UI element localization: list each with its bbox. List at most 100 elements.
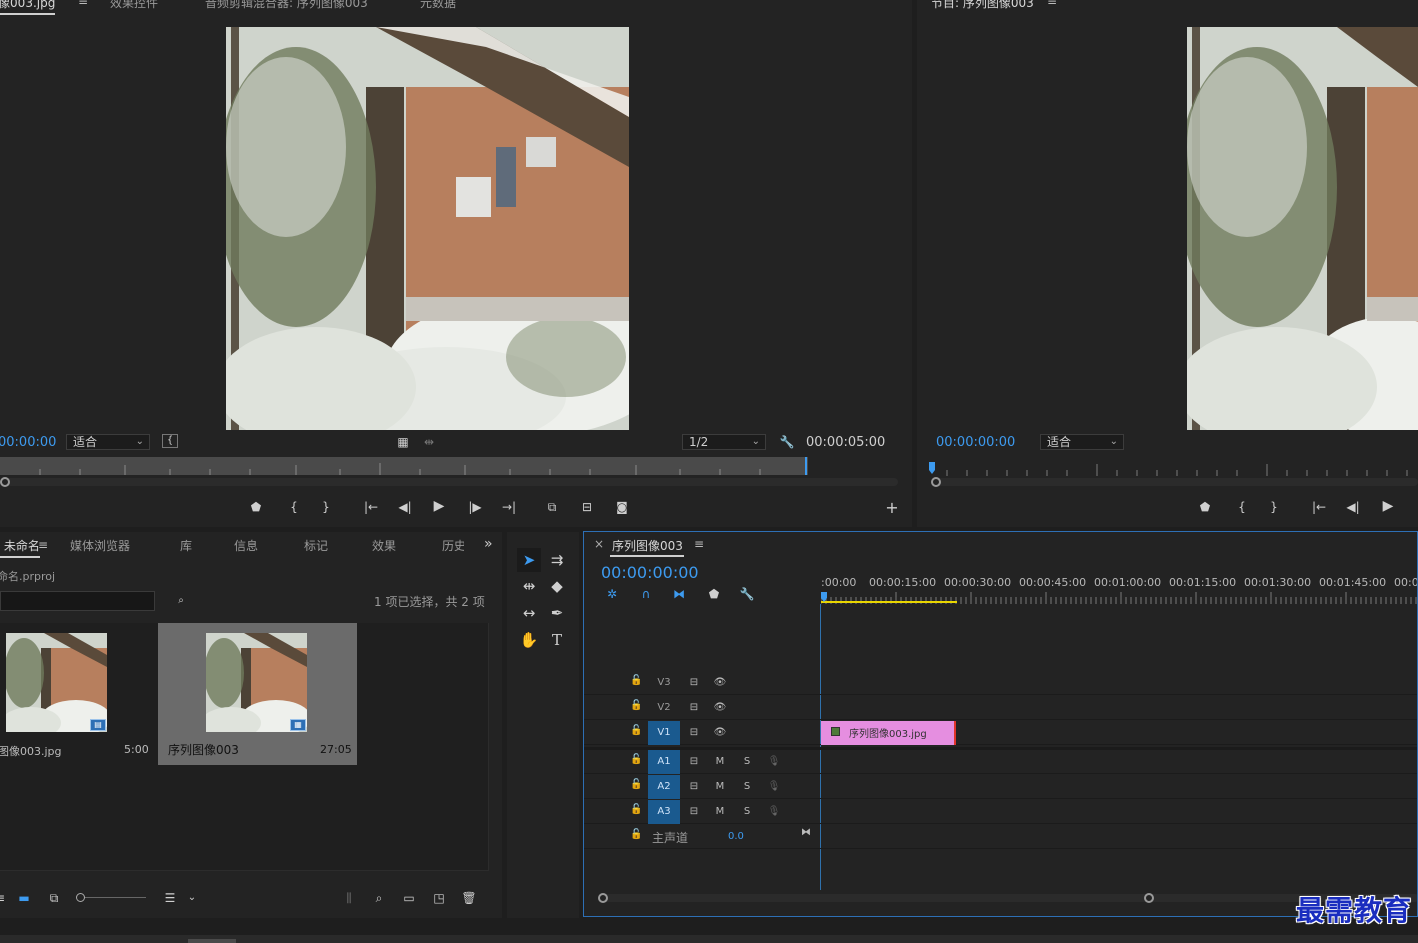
scroll-handle[interactable]: [0, 477, 10, 487]
lock-icon[interactable]: 🔓: [630, 804, 642, 815]
microphone-icon[interactable]: 🎙: [766, 800, 782, 824]
solo-button[interactable]: S: [739, 750, 755, 774]
lock-icon[interactable]: 🔓: [630, 725, 642, 736]
tab-metadata[interactable]: 元数据: [420, 0, 456, 11]
track-name[interactable]: A1: [648, 750, 680, 774]
automate-sequence-icon[interactable]: ⫼: [341, 890, 357, 906]
timeline-ruler[interactable]: :00:00 00:00:15:00 00:00:30:00 00:00:45:…: [821, 532, 1417, 604]
sync-lock-icon[interactable]: ⊟: [686, 800, 702, 824]
project-search-input[interactable]: [0, 591, 155, 611]
chevron-down-icon[interactable]: ⌄: [186, 890, 198, 906]
track-name[interactable]: V1: [648, 721, 680, 745]
source-time-ruler[interactable]: [0, 457, 808, 475]
hand-tool-icon[interactable]: ✋: [517, 628, 541, 652]
tab-source[interactable]: 源:图像003.jpg: [0, 0, 56, 15]
project-menu-icon[interactable]: ≡: [38, 538, 48, 552]
add-marker-icon[interactable]: ⬟: [248, 499, 264, 515]
source-zoom-scrollbar[interactable]: [0, 477, 898, 487]
scroll-handle[interactable]: [931, 477, 941, 487]
tab-effects[interactable]: 效果: [372, 537, 396, 554]
eye-icon[interactable]: 👁: [712, 671, 728, 695]
microphone-icon[interactable]: 🎙: [766, 750, 782, 774]
tab-program[interactable]: 节目: 序列图像003: [931, 0, 1034, 11]
program-timecode[interactable]: 00:00:00:00: [936, 435, 1015, 450]
sync-lock-icon[interactable]: ⊟: [686, 696, 702, 720]
overwrite-icon[interactable]: ⊟: [578, 499, 596, 515]
go-to-in-icon[interactable]: |←: [362, 499, 380, 515]
timeline-wrench-icon[interactable]: 🔧: [739, 586, 755, 602]
tabs-overflow-icon[interactable]: »: [484, 536, 493, 552]
source-resolution-dropdown[interactable]: 1/2 ⌄: [682, 434, 766, 450]
tab-info[interactable]: 信息: [234, 537, 258, 554]
ripple-edit-tool-icon[interactable]: ⇹: [517, 574, 541, 598]
program-zoom-scrollbar[interactable]: [931, 477, 1418, 487]
source-timecode[interactable]: 00:00:00: [0, 435, 56, 450]
eye-icon[interactable]: 👁: [712, 721, 728, 745]
add-marker-icon[interactable]: ⬟: [706, 586, 722, 602]
slip-tool-icon[interactable]: ↔: [517, 601, 541, 625]
timeline-title[interactable]: 序列图像003: [612, 537, 683, 554]
drag-video-icon[interactable]: ▦: [395, 434, 411, 450]
slider-handle[interactable]: [76, 893, 85, 902]
mark-out-icon[interactable]: }: [1266, 499, 1282, 515]
scroll-end-handle[interactable]: [1144, 893, 1154, 903]
pen-tool-icon[interactable]: ✒: [545, 601, 569, 625]
mute-button[interactable]: M: [712, 750, 728, 774]
new-bin-icon[interactable]: ▭: [401, 890, 417, 906]
sync-lock-icon[interactable]: ⊟: [686, 721, 702, 745]
track-name[interactable]: A2: [648, 775, 680, 799]
mute-button[interactable]: M: [712, 775, 728, 799]
solo-button[interactable]: S: [739, 775, 755, 799]
source-fit-dropdown[interactable]: 适合 ⌄: [66, 434, 150, 450]
add-marker-icon[interactable]: ⬟: [1197, 499, 1213, 515]
track-name[interactable]: V3: [648, 671, 680, 695]
mark-in-icon[interactable]: {: [286, 499, 302, 515]
sync-lock-icon[interactable]: ⊟: [686, 750, 702, 774]
lock-icon[interactable]: 🔓: [630, 754, 642, 765]
track-name[interactable]: V2: [648, 696, 680, 720]
tab-audio-clip-mixer[interactable]: 音频剪辑混合器: 序列图像003: [205, 0, 368, 11]
lock-icon[interactable]: 🔓: [630, 779, 642, 790]
selection-tool-icon[interactable]: ➤: [517, 548, 541, 572]
trash-icon[interactable]: 🗑: [461, 890, 477, 906]
step-back-icon[interactable]: ◀|: [1345, 499, 1361, 515]
step-back-icon[interactable]: ◀|: [397, 499, 413, 515]
tab-effect-controls[interactable]: 效果控件: [110, 0, 158, 11]
lock-icon[interactable]: 🔓: [630, 829, 642, 840]
program-menu-icon[interactable]: ≡: [1047, 0, 1057, 8]
track-select-tool-icon[interactable]: ⇉: [545, 548, 569, 572]
thumbnail-size-slider[interactable]: [76, 893, 146, 902]
search-bin-icon[interactable]: ⌕: [173, 593, 189, 609]
project-item-sequence[interactable]: ▦ 序列图像003 27:05: [158, 623, 357, 765]
freeform-view-icon[interactable]: ⧉: [45, 890, 63, 906]
camera-icon[interactable]: ◙: [614, 499, 630, 515]
nest-icon[interactable]: ✲: [604, 586, 620, 602]
list-view-icon[interactable]: ≡: [0, 890, 6, 906]
timeline-timecode[interactable]: 00:00:00:00: [601, 563, 699, 582]
add-button-icon[interactable]: +: [884, 500, 900, 516]
solo-button[interactable]: S: [739, 800, 755, 824]
sync-lock-icon[interactable]: ⊟: [686, 775, 702, 799]
wrench-icon[interactable]: 🔧: [779, 434, 795, 450]
lock-icon[interactable]: 🔓: [630, 675, 642, 686]
tab-project[interactable]: 项目: 未命名: [0, 537, 40, 558]
search-icon[interactable]: ⌕: [371, 890, 387, 906]
linked-selection-icon[interactable]: ⧓: [671, 586, 687, 602]
timeline-close-icon[interactable]: ×: [594, 537, 604, 551]
track-name[interactable]: A3: [648, 800, 680, 824]
tab-libraries[interactable]: 库: [180, 537, 192, 554]
tab-media-browser[interactable]: 媒体浏览器: [70, 537, 130, 554]
tab-history[interactable]: 历史: [442, 537, 464, 554]
timeline-menu-icon[interactable]: ≡: [694, 537, 704, 551]
program-time-ruler[interactable]: [927, 460, 1418, 476]
program-fit-dropdown[interactable]: 适合 ⌄: [1040, 434, 1124, 450]
go-to-end-icon[interactable]: ⧓: [798, 821, 814, 845]
scroll-start-handle[interactable]: [598, 893, 608, 903]
insert-bracket-icon[interactable]: {: [162, 434, 178, 448]
sync-lock-icon[interactable]: ⊟: [686, 671, 702, 695]
go-to-in-icon[interactable]: |←: [1310, 499, 1328, 515]
tab-markers[interactable]: 标记: [304, 537, 328, 554]
lock-icon[interactable]: 🔓: [630, 700, 642, 711]
new-item-icon[interactable]: ◳: [431, 890, 447, 906]
icon-view-icon[interactable]: ▬: [16, 890, 32, 906]
